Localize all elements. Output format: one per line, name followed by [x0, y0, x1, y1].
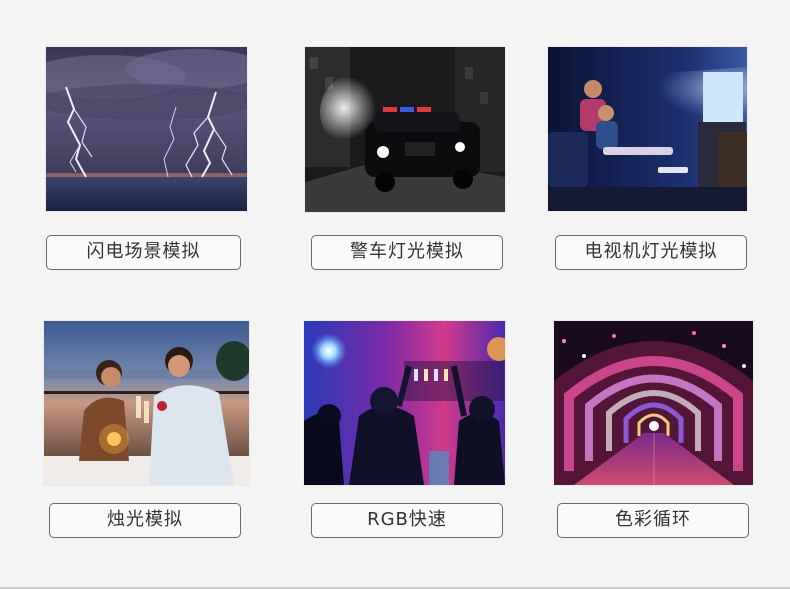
lightning-label-button[interactable]: 闪电场景模拟 [46, 235, 241, 270]
police-label: 警车灯光模拟 [350, 241, 464, 262]
rgb-label-button[interactable]: RGB快速 [311, 503, 503, 538]
lightning-label: 闪电场景模拟 [86, 241, 201, 262]
rgb-party-image[interactable] [304, 321, 505, 485]
color-cycle-label: 色彩循环 [615, 509, 691, 530]
tv-label: 电视机灯光模拟 [584, 241, 718, 262]
police-car-image[interactable] [305, 47, 505, 212]
effects-gallery: 闪电场景模拟 警车灯光模拟 电视机灯光模拟 烛光模拟 RGB快速 色彩循环 [0, 0, 790, 589]
tv-label-button[interactable]: 电视机灯光模拟 [555, 235, 747, 270]
tv-light-image[interactable] [548, 47, 747, 211]
rgb-label: RGB快速 [367, 509, 447, 530]
candlelight-image[interactable] [44, 321, 249, 485]
color-cycle-label-button[interactable]: 色彩循环 [557, 503, 749, 538]
candlelight-label-button[interactable]: 烛光模拟 [49, 503, 241, 538]
candlelight-label: 烛光模拟 [107, 509, 183, 530]
police-label-button[interactable]: 警车灯光模拟 [311, 235, 503, 270]
lightning-image[interactable] [46, 47, 247, 211]
light-tunnel-image[interactable] [554, 321, 753, 485]
